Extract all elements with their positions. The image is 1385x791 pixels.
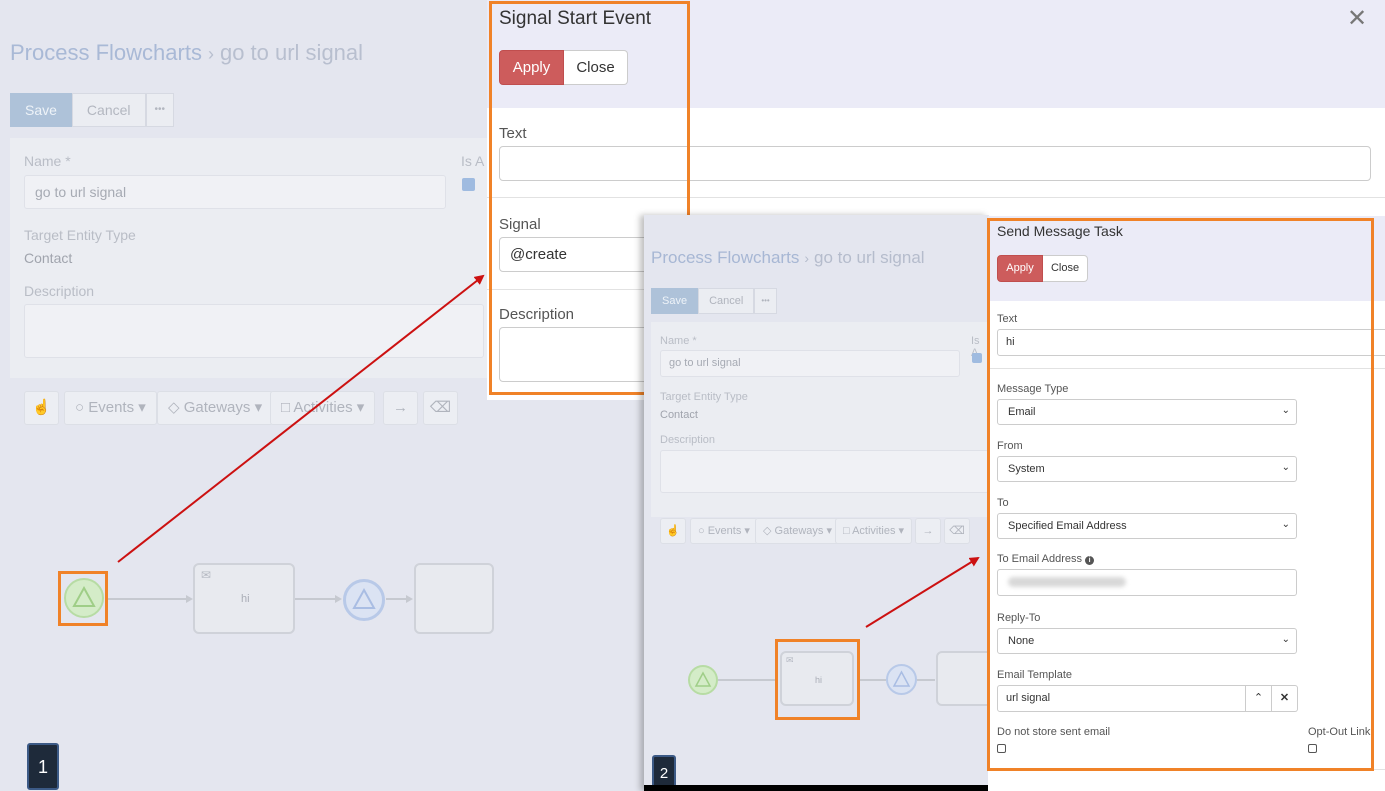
signal-start-event-node[interactable]: [688, 665, 718, 695]
close-icon[interactable]: ✕: [1347, 4, 1367, 33]
triangle-icon: [892, 670, 911, 687]
flow-connector: [718, 679, 778, 681]
flow-connector: [108, 598, 188, 600]
record-actions: Save Cancel •••: [651, 288, 777, 314]
save-button[interactable]: Save: [651, 288, 699, 314]
eraser-tool-button[interactable]: ⌫: [423, 391, 458, 425]
name-label: Name *: [24, 153, 71, 169]
hand-tool-button[interactable]: ☝: [24, 391, 59, 425]
connector-tool-button[interactable]: →: [915, 518, 941, 544]
description-label: Description: [24, 283, 95, 299]
signal-intermediate-event-node[interactable]: [886, 664, 917, 695]
gateways-dropdown[interactable]: ◇ Gateways ▾: [157, 391, 274, 425]
hand-icon: ☝: [32, 399, 51, 416]
breadcrumb-separator: ›: [804, 250, 809, 266]
target-entity-value: Contact: [660, 409, 698, 421]
highlight-start-event: [58, 571, 108, 626]
is-active-label: Is A: [461, 153, 485, 169]
eraser-tool-button[interactable]: ⌫: [944, 518, 970, 544]
flow-connector: [386, 598, 408, 600]
name-input[interactable]: go to url signal: [24, 175, 446, 209]
gateways-dropdown[interactable]: ◇ Gateways ▾: [755, 518, 841, 544]
hand-icon: ☝: [666, 525, 680, 537]
events-dropdown[interactable]: ○ Events ▾: [64, 391, 157, 425]
activities-dropdown[interactable]: □ Activities ▾: [270, 391, 376, 425]
gateways-label: Gateways: [183, 399, 251, 416]
breadcrumb-link-process-flowcharts[interactable]: Process Flowcharts: [10, 40, 202, 65]
cancel-button[interactable]: Cancel: [698, 288, 755, 314]
target-entity-value: Contact: [24, 250, 73, 266]
flow-connector: [917, 679, 935, 681]
breadcrumb-current: go to url signal: [814, 248, 925, 267]
gateways-label: Gateways: [774, 525, 824, 537]
flow-connector: [295, 598, 337, 600]
highlight-send-message-task: [775, 639, 860, 720]
flow-connector: [860, 679, 886, 681]
breadcrumb-separator: ›: [207, 44, 214, 64]
triangle-icon: [352, 587, 376, 609]
record-actions: Save Cancel •••: [10, 93, 175, 127]
triangle-icon: [694, 671, 712, 687]
events-dropdown[interactable]: ○ Events ▾: [690, 518, 758, 544]
screen-2-bottom-edge: [644, 785, 989, 791]
envelope-icon: ✉: [201, 568, 212, 582]
step-badge-1: 1: [27, 743, 59, 790]
name-input[interactable]: go to url signal: [660, 350, 960, 377]
eraser-icon: ⌫: [429, 399, 452, 416]
description-label: Description: [660, 434, 716, 446]
cancel-button[interactable]: Cancel: [71, 93, 146, 127]
hand-tool-button[interactable]: ☝: [660, 518, 686, 544]
background-screen-2: Process Flowcharts › go to url signal Save…: [644, 215, 989, 791]
connector-tool-button[interactable]: →: [383, 391, 418, 425]
is-active-checkbox[interactable]: [972, 353, 982, 363]
eraser-icon: ⌫: [949, 525, 965, 537]
more-actions-button[interactable]: •••: [145, 93, 175, 127]
task-node[interactable]: [936, 651, 989, 706]
target-entity-label: Target Entity Type: [24, 227, 136, 243]
activities-dropdown[interactable]: □ Activities ▾: [835, 518, 913, 544]
highlight-send-message-dialog: [987, 218, 1374, 771]
is-active-checkbox[interactable]: [462, 178, 475, 191]
events-label: Events: [88, 399, 135, 416]
activities-label: Activities: [852, 525, 896, 537]
target-entity-label: Target Entity Type: [660, 391, 748, 403]
arrow-right-icon: →: [393, 399, 408, 416]
save-button[interactable]: Save: [10, 93, 72, 127]
signal-intermediate-event-node[interactable]: [343, 579, 385, 621]
events-label: Events: [707, 525, 742, 537]
breadcrumb-current: go to url signal: [219, 40, 364, 65]
breadcrumb-link-process-flowcharts[interactable]: Process Flowcharts: [651, 248, 799, 267]
flow-arrowhead: [335, 595, 342, 603]
more-actions-button[interactable]: •••: [754, 288, 777, 314]
name-label: Name *: [660, 335, 697, 347]
description-input[interactable]: [24, 304, 484, 358]
arrow-right-icon: →: [922, 525, 934, 537]
breadcrumb: Process Flowcharts › go to url signal: [651, 248, 925, 268]
flow-arrowhead: [186, 595, 193, 603]
send-message-task-node[interactable]: ✉ hi: [193, 563, 295, 634]
breadcrumb: Process Flowcharts › go to url signal: [10, 40, 363, 66]
description-input[interactable]: [660, 450, 989, 493]
activities-label: Activities: [293, 399, 353, 416]
task-label: hi: [241, 593, 250, 605]
flow-arrowhead: [406, 595, 413, 603]
task-node[interactable]: [414, 563, 494, 634]
